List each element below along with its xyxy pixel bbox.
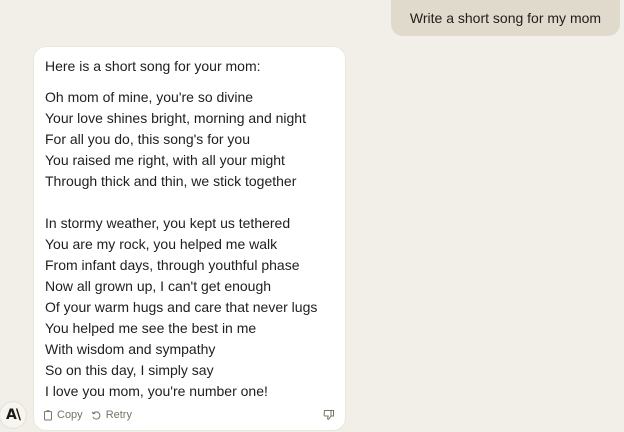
- lyric-line: You raised me right, with all your might: [45, 152, 285, 168]
- lyric-line: You are my rock, you helped me walk: [45, 236, 278, 252]
- user-message-bubble: Write a short song for my mom: [391, 0, 620, 36]
- copy-button[interactable]: Copy: [43, 409, 83, 421]
- lyric-line: Of your warm hugs and care that never lu…: [45, 299, 318, 315]
- lyric-line: I love you mom, you're number one!: [45, 383, 268, 399]
- stanza-break: [45, 192, 317, 213]
- lyric-line: You helped me see the best in me: [45, 320, 257, 336]
- message-actions: Copy Retry: [43, 408, 140, 422]
- assistant-message-card: Here is a short song for your mom: Oh mo…: [34, 47, 345, 430]
- lyric-line: From infant days, through youthful phase: [45, 257, 300, 273]
- lyric-line: For all you do, this song's for you: [45, 131, 250, 147]
- anthropic-logo: A\: [0, 402, 26, 428]
- lyric-line: Through thick and thin, we stick togethe…: [45, 173, 297, 189]
- song-lyrics: Oh mom of mine, you're so divine Your lo…: [45, 87, 317, 402]
- copy-icon: [44, 409, 52, 420]
- copy-label: Copy: [57, 409, 83, 421]
- lyric-line: Oh mom of mine, you're so divine: [45, 89, 254, 105]
- assistant-intro-text: Here is a short song for your mom:: [45, 58, 261, 74]
- lyric-line: So on this day, I simply say: [45, 362, 214, 378]
- lyric-line: With wisdom and sympathy: [45, 341, 216, 357]
- thumbs-down-button[interactable]: [322, 408, 336, 422]
- lyric-line: Your love shines bright, morning and nig…: [45, 110, 306, 126]
- logo-text: A\: [6, 407, 21, 423]
- retry-label: Retry: [105, 409, 132, 421]
- thumbs-down-icon: [323, 410, 334, 420]
- retry-button[interactable]: Retry: [91, 409, 132, 421]
- lyric-line: Now all grown up, I can't get enough: [45, 278, 272, 294]
- retry-icon: [91, 410, 101, 420]
- user-message-text: Write a short song for my mom: [409, 10, 602, 26]
- lyric-line: In stormy weather, you kept us tethered: [45, 215, 291, 231]
